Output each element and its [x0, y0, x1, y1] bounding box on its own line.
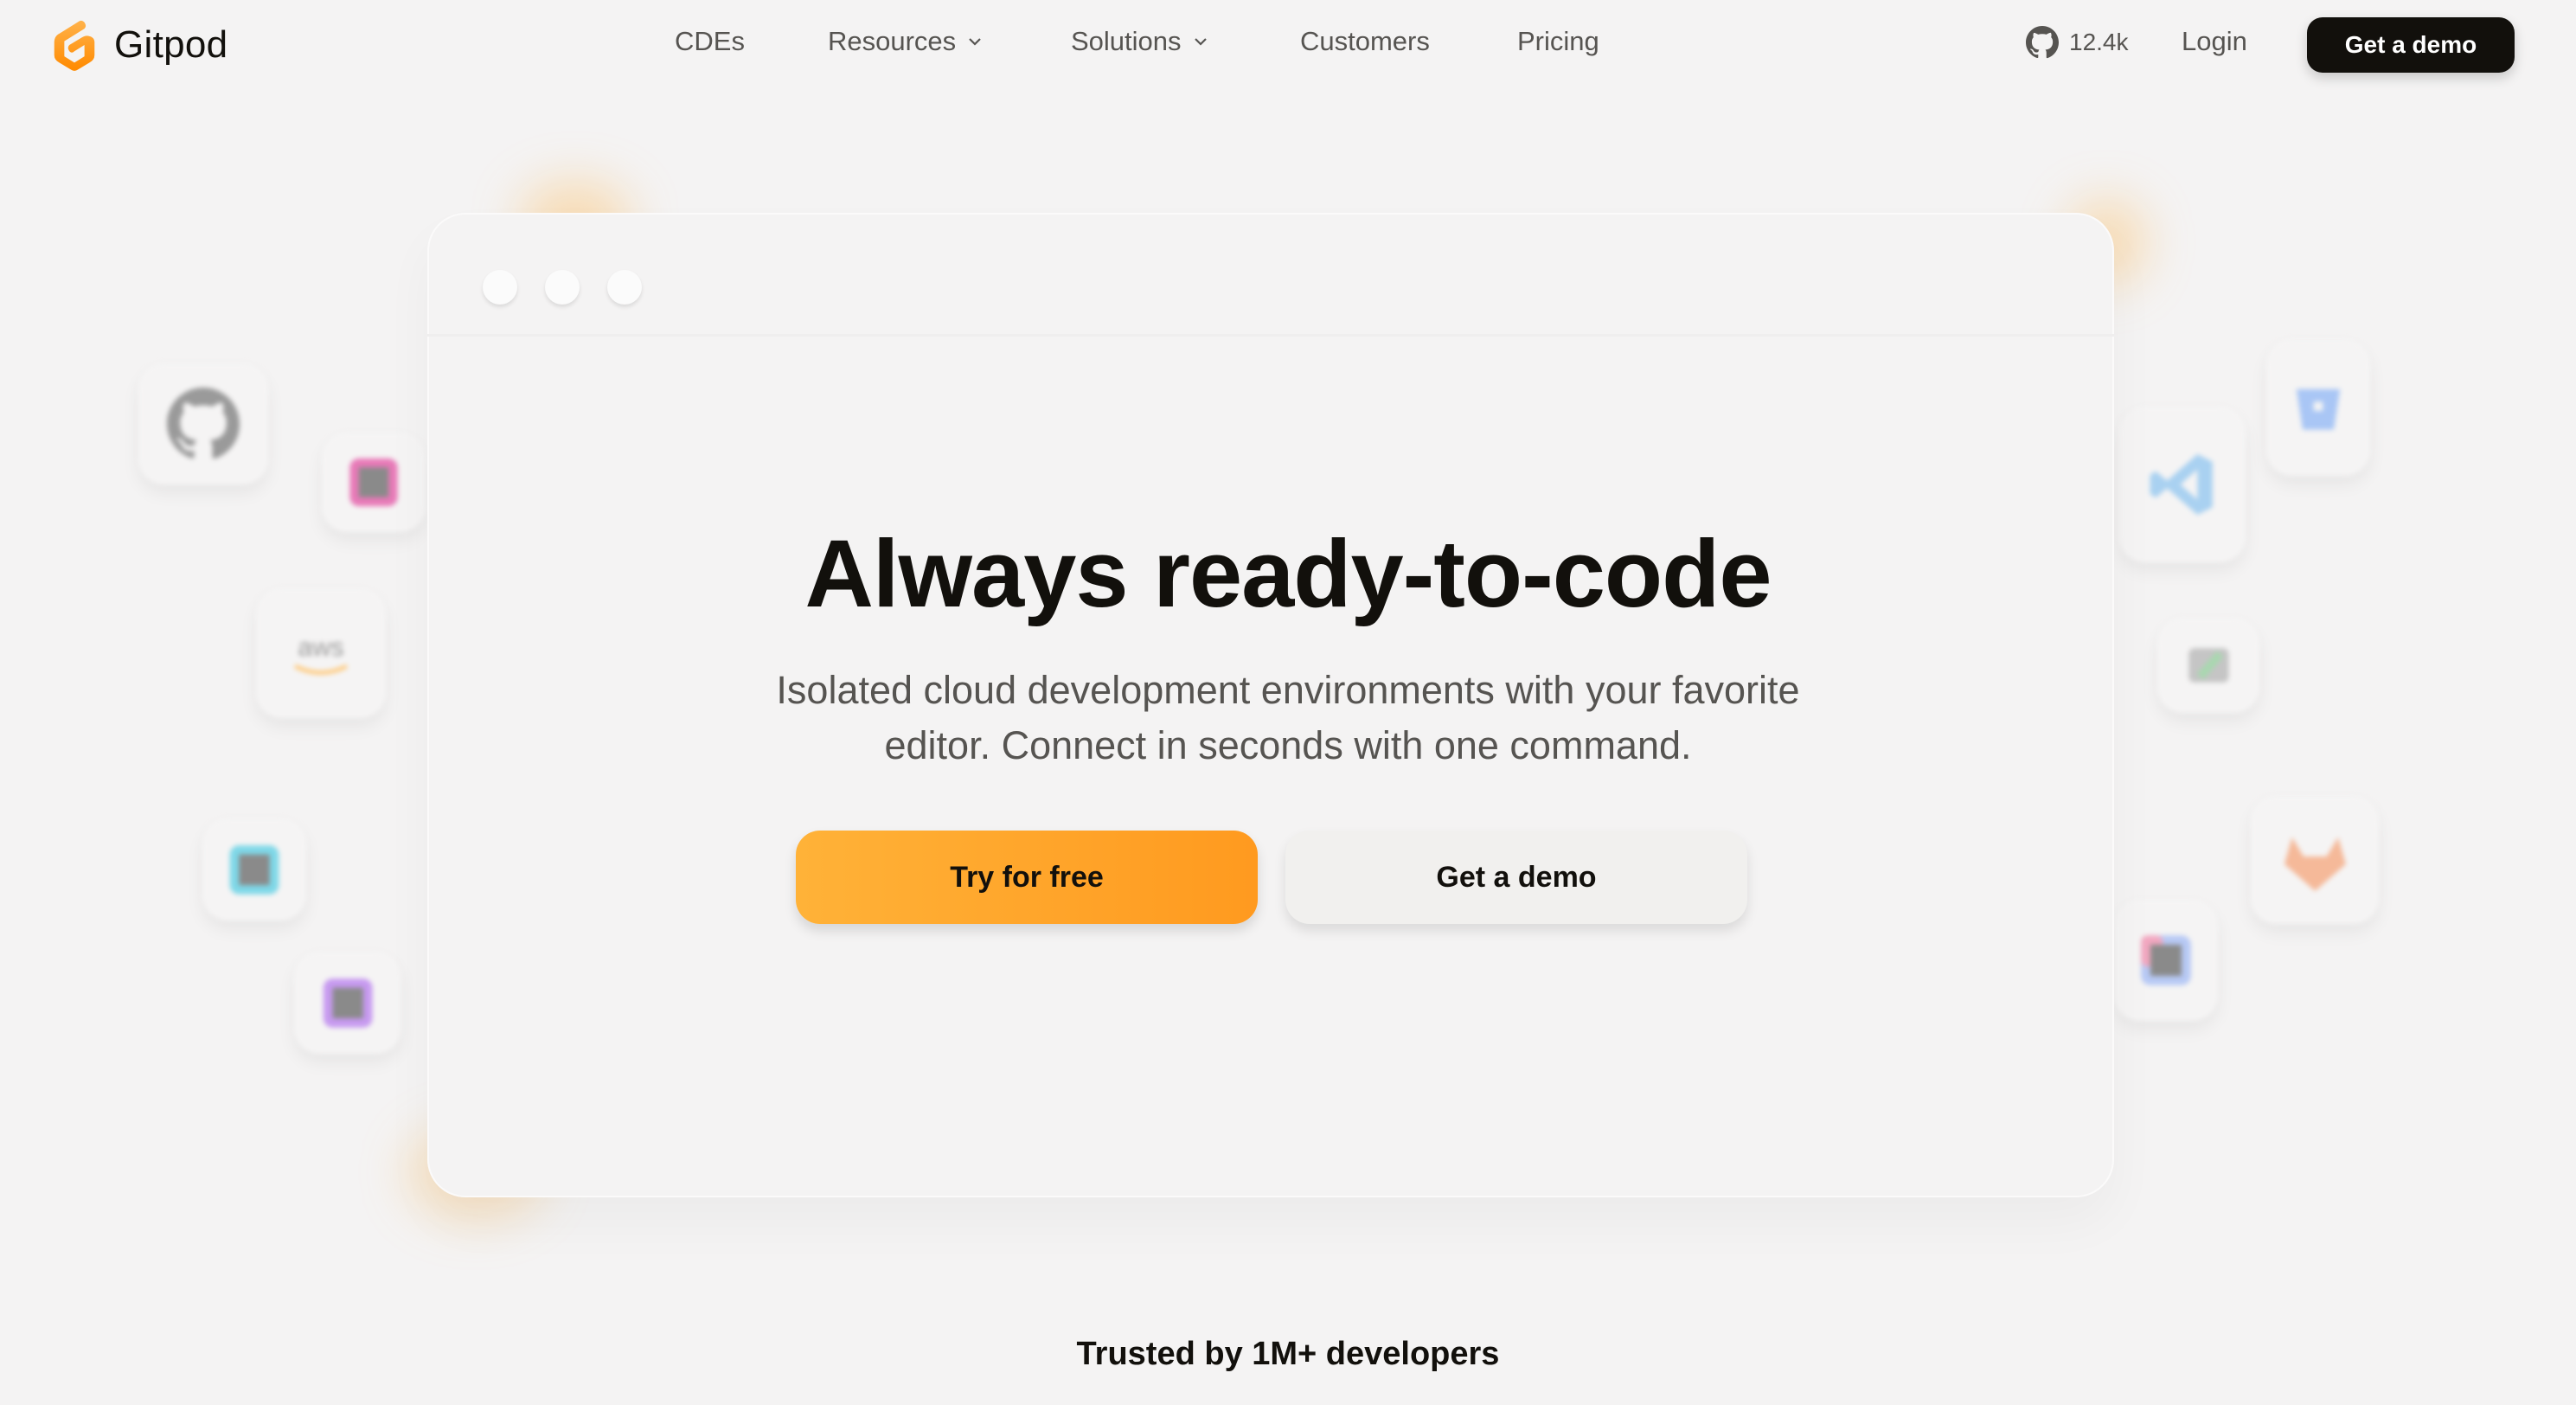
github-stars-link[interactable]: 12.4k — [2026, 26, 2129, 59]
intellij-icon — [2141, 935, 2191, 985]
github-tile — [138, 363, 268, 484]
rider-tile — [322, 433, 426, 532]
nav-label: Solutions — [1071, 26, 1182, 56]
phpstorm-tile — [294, 952, 401, 1054]
rider-icon — [349, 458, 398, 507]
gitlab-icon — [2284, 837, 2346, 891]
get-demo-button[interactable]: Get a demo — [1285, 831, 1747, 924]
nav-item-resources[interactable]: Resources — [828, 26, 984, 57]
try-for-free-button[interactable]: Try for free — [796, 831, 1258, 924]
window-dot — [607, 270, 642, 305]
window-title-bar — [427, 213, 2114, 337]
gitlab-tile — [2251, 796, 2379, 924]
intellij-tile — [2114, 900, 2218, 1021]
nav-label: Resources — [828, 26, 957, 56]
window-dot — [545, 270, 580, 305]
github-icon — [2026, 26, 2059, 59]
window-dot — [483, 270, 517, 305]
nav-label: Pricing — [1517, 26, 1599, 56]
hero-subtitle-line: Isolated cloud development environments … — [776, 668, 1800, 712]
login-link[interactable]: Login — [2182, 26, 2247, 57]
vscode-icon — [2150, 453, 2214, 516]
gitpod-logo[interactable]: Gitpod — [48, 17, 227, 73]
phpstorm-icon — [323, 978, 373, 1028]
github-star-count: 12.4k — [2069, 29, 2129, 55]
github-icon — [167, 388, 240, 459]
get-demo-nav-button[interactable]: Get a demo — [2307, 17, 2515, 73]
bitbucket-tile — [2266, 339, 2370, 476]
nav-item-solutions[interactable]: Solutions — [1071, 26, 1209, 57]
nav-item-customers[interactable]: Customers — [1300, 26, 1430, 57]
svg-text:aws: aws — [298, 633, 343, 662]
nav-label: CDEs — [675, 26, 745, 56]
hero-subtitle-line: editor. Connect in seconds with one comm… — [884, 723, 1692, 767]
hero-subtitle: Isolated cloud development environments … — [0, 663, 2576, 773]
nav-item-pricing[interactable]: Pricing — [1517, 26, 1599, 57]
nav-item-cdes[interactable]: CDEs — [675, 26, 745, 57]
webstorm-tile — [202, 818, 306, 921]
hero-headline: Always ready-to-code — [804, 521, 1772, 627]
trusted-by-text: Trusted by 1M+ developers — [1076, 1336, 1500, 1372]
bitbucket-icon — [2296, 388, 2341, 430]
gitpod-logo-icon — [54, 20, 95, 71]
nav-label: Customers — [1300, 26, 1430, 56]
webstorm-icon — [229, 844, 279, 895]
chevron-down-icon — [969, 38, 981, 46]
chevron-down-icon — [1194, 38, 1207, 46]
brand-name: Gitpod — [114, 23, 228, 66]
